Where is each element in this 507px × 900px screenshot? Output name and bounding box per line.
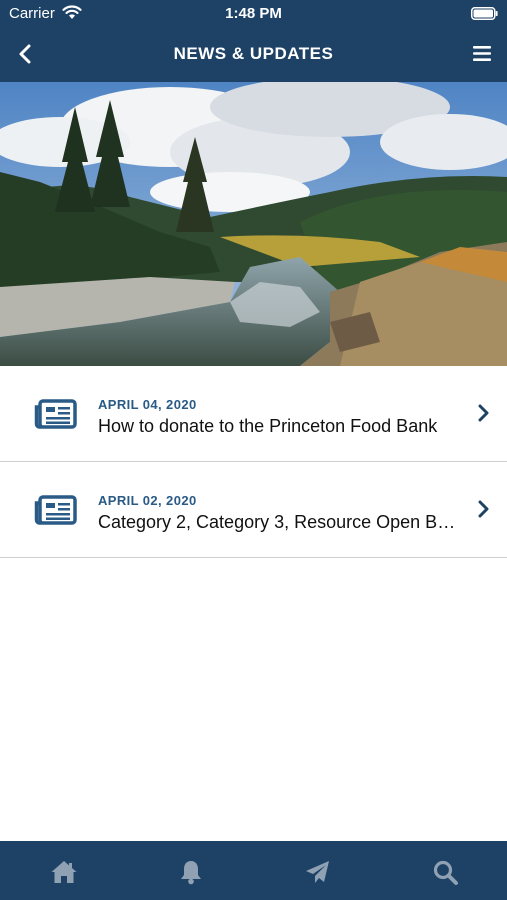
home-icon[interactable]: [50, 859, 78, 885]
paper-plane-icon[interactable]: [304, 859, 332, 885]
hero-image: [0, 82, 507, 366]
chevron-right-icon: [478, 500, 489, 518]
battery-icon: [471, 7, 498, 20]
nav-bar: NEWS & UPDATES: [0, 26, 507, 82]
news-list: APRIL 04, 2020 How to donate to the Prin…: [0, 366, 507, 558]
app-screen: Carrier 1:48 PM NEWS & UPDATES APRIL 04,…: [0, 0, 507, 900]
chevron-right-icon: [478, 404, 489, 422]
status-time: 1:48 PM: [225, 5, 282, 22]
tab-bar: [0, 841, 507, 900]
news-date: APRIL 04, 2020: [98, 397, 197, 412]
hamburger-menu-icon[interactable]: [473, 46, 491, 61]
news-item[interactable]: APRIL 02, 2020 Category 2, Category 3, R…: [0, 462, 507, 558]
newspaper-icon: [34, 495, 77, 525]
search-icon[interactable]: [432, 859, 460, 885]
news-title: How to donate to the Princeton Food Bank: [98, 416, 438, 436]
news-date: APRIL 02, 2020: [98, 493, 197, 508]
page-title: NEWS & UPDATES: [173, 44, 334, 63]
newspaper-icon: [34, 399, 77, 429]
status-bar: Carrier 1:48 PM: [0, 0, 507, 26]
news-item[interactable]: APRIL 04, 2020 How to donate to the Prin…: [0, 366, 507, 462]
bell-icon[interactable]: [177, 859, 205, 885]
news-title: Category 2, Category 3, Resource Open Bu…: [98, 512, 463, 532]
